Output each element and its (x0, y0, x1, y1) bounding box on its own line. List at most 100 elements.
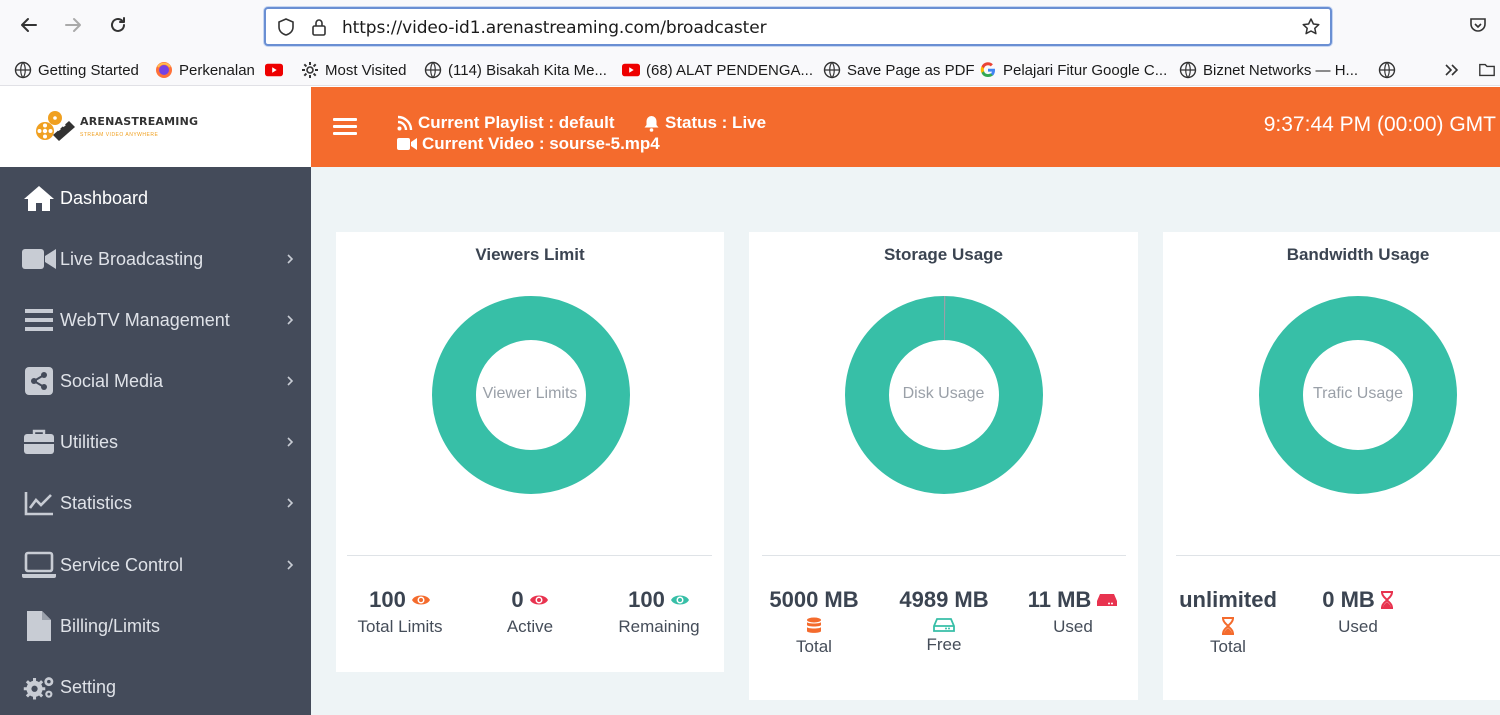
stat-used-storage: 11 MB Used (1013, 587, 1133, 637)
brand-logo[interactable]: ARENASTREAMING STREAM VIDEO ANYWHERE (0, 87, 311, 167)
youtube-icon (622, 61, 640, 79)
app-header: ARENASTREAMING STREAM VIDEO ANYWHERE Cur… (0, 87, 1500, 167)
arrow-right-icon (65, 18, 81, 32)
divider (762, 555, 1126, 556)
sidebar-item-setting[interactable]: Setting (0, 658, 311, 715)
url-text[interactable]: https://video-id1.arenastreaming.com/bro… (342, 18, 767, 38)
bookmark-google[interactable]: Pelajari Fitur Google C... (979, 60, 1167, 80)
status-bar: Current Playlist : default Status : Live… (311, 87, 1500, 167)
database-icon (807, 617, 821, 633)
chevron-right-icon (287, 376, 294, 386)
google-icon (979, 61, 997, 79)
chevron-right-icon (287, 315, 294, 325)
brand-name: ARENASTREAMING (80, 115, 199, 128)
hamburger-menu-button[interactable] (333, 118, 357, 136)
bandwidth-usage-card: Bandwidth Usage Trafic Usage unlimited T… (1163, 232, 1500, 700)
bookmark-alat-pendengar[interactable]: (68) ALAT PENDENGA... (622, 60, 813, 80)
sidebar-item-service-control[interactable]: Service Control (0, 536, 311, 594)
file-icon (22, 609, 56, 643)
pocket-icon (1470, 18, 1486, 32)
gear-icon (301, 61, 319, 79)
share-icon (22, 364, 56, 398)
line-chart-icon (22, 486, 56, 520)
browser-toolbar: https://video-id1.arenastreaming.com/bro… (0, 0, 1500, 52)
bookmark-youtube[interactable] (265, 60, 289, 80)
hdd-icon (1097, 594, 1118, 606)
globe-icon (424, 61, 442, 79)
forward-button[interactable] (58, 10, 88, 40)
bookmarks-bar: Getting Started Perkenalan Most Visited … (0, 52, 1500, 86)
laptop-icon (22, 548, 56, 582)
bookmark-bisakah[interactable]: (114) Bisakah Kita Me... (424, 60, 607, 80)
sidebar-item-statistics[interactable]: Statistics (0, 474, 311, 532)
double-chevron-right-icon (1443, 61, 1461, 79)
menu-bars-icon (22, 303, 56, 337)
stat-used-bandwidth: 0 MB Used (1298, 587, 1418, 637)
stat-total-storage: 5000 MB Total (769, 587, 859, 656)
firefox-icon (155, 61, 173, 79)
bookmarks-overflow-button[interactable] (1443, 60, 1467, 80)
chevron-right-icon (287, 498, 294, 508)
current-playlist: Current Playlist : default (397, 113, 614, 133)
back-button[interactable] (14, 10, 44, 40)
eye-icon (670, 595, 689, 605)
chevron-right-icon (287, 254, 294, 264)
eye-icon (529, 595, 548, 605)
hdd-icon (933, 618, 955, 632)
card-title: Bandwidth Usage (1286, 245, 1430, 264)
hourglass-icon (1222, 617, 1234, 635)
briefcase-icon (22, 425, 56, 459)
stat-free-storage: 4989 MB Free (899, 587, 989, 654)
folder-icon (1478, 61, 1496, 79)
address-bar[interactable]: https://video-id1.arenastreaming.com/bro… (264, 7, 1332, 46)
lock-icon[interactable] (308, 16, 330, 38)
gears-icon (22, 670, 56, 704)
pocket-button[interactable] (1463, 10, 1493, 40)
server-clock: 9:37:44 PM (00:00) GMT (1263, 113, 1496, 136)
dashboard-content: Viewers Limit Viewer Limits 100 Total Li… (311, 167, 1500, 715)
home-icon (22, 181, 56, 215)
bookmark-getting-started[interactable]: Getting Started (14, 60, 139, 80)
bookmark-most-visited[interactable]: Most Visited (301, 60, 406, 80)
video-camera-icon (22, 242, 56, 276)
reload-button[interactable] (103, 10, 133, 40)
video-camera-icon (397, 138, 417, 150)
current-video: Current Video : sourse-5.mp4 (397, 134, 660, 154)
bookmark-perkenalan[interactable]: Perkenalan (155, 60, 255, 80)
bookmark-biznet[interactable]: Biznet Networks — H... (1179, 60, 1358, 80)
bookmark-save-pdf[interactable]: Save Page as PDF (823, 60, 975, 80)
stat-total-limits: 100 Total Limits (357, 587, 443, 636)
other-bookmarks-button[interactable] (1478, 60, 1500, 80)
bell-icon (644, 115, 659, 132)
film-reel-icon (36, 111, 75, 141)
hourglass-icon (1380, 591, 1393, 609)
divider (1176, 555, 1500, 556)
stat-total-bandwidth: unlimited Total (1179, 587, 1277, 656)
youtube-icon (265, 61, 283, 79)
stat-active: 0 Active (506, 587, 554, 636)
bookmark-globe[interactable] (1378, 60, 1402, 80)
card-title: Viewers Limit (475, 245, 585, 264)
eye-icon (411, 595, 430, 605)
rss-icon (397, 115, 413, 131)
chevron-right-icon (287, 560, 294, 570)
sidebar-item-dashboard[interactable]: Dashboard (0, 169, 311, 227)
shield-icon[interactable] (275, 16, 297, 38)
sidebar-item-billing-limits[interactable]: Billing/Limits (0, 597, 311, 655)
sidebar: Dashboard Live Broadcasting WebTV Manage… (0, 167, 311, 715)
reload-icon (111, 17, 125, 32)
sidebar-item-live-broadcasting[interactable]: Live Broadcasting (0, 230, 311, 288)
live-status: Status : Live (643, 113, 766, 133)
brand-tagline: STREAM VIDEO ANYWHERE (80, 132, 159, 138)
sidebar-item-social-media[interactable]: Social Media (0, 352, 311, 410)
donut-center-label: Viewer Limits (482, 385, 578, 402)
stat-remaining: 100 Remaining (618, 587, 700, 636)
globe-icon (14, 61, 32, 79)
star-icon[interactable] (1300, 16, 1322, 38)
storage-usage-card: Storage Usage Disk Usage 5000 MB Total 4… (749, 232, 1138, 700)
sidebar-item-webtv-management[interactable]: WebTV Management (0, 291, 311, 349)
sidebar-item-utilities[interactable]: Utilities (0, 413, 311, 471)
globe-icon (1378, 61, 1396, 79)
donut-center-label: Trafic Usage (1312, 385, 1404, 402)
chevron-right-icon (287, 437, 294, 447)
